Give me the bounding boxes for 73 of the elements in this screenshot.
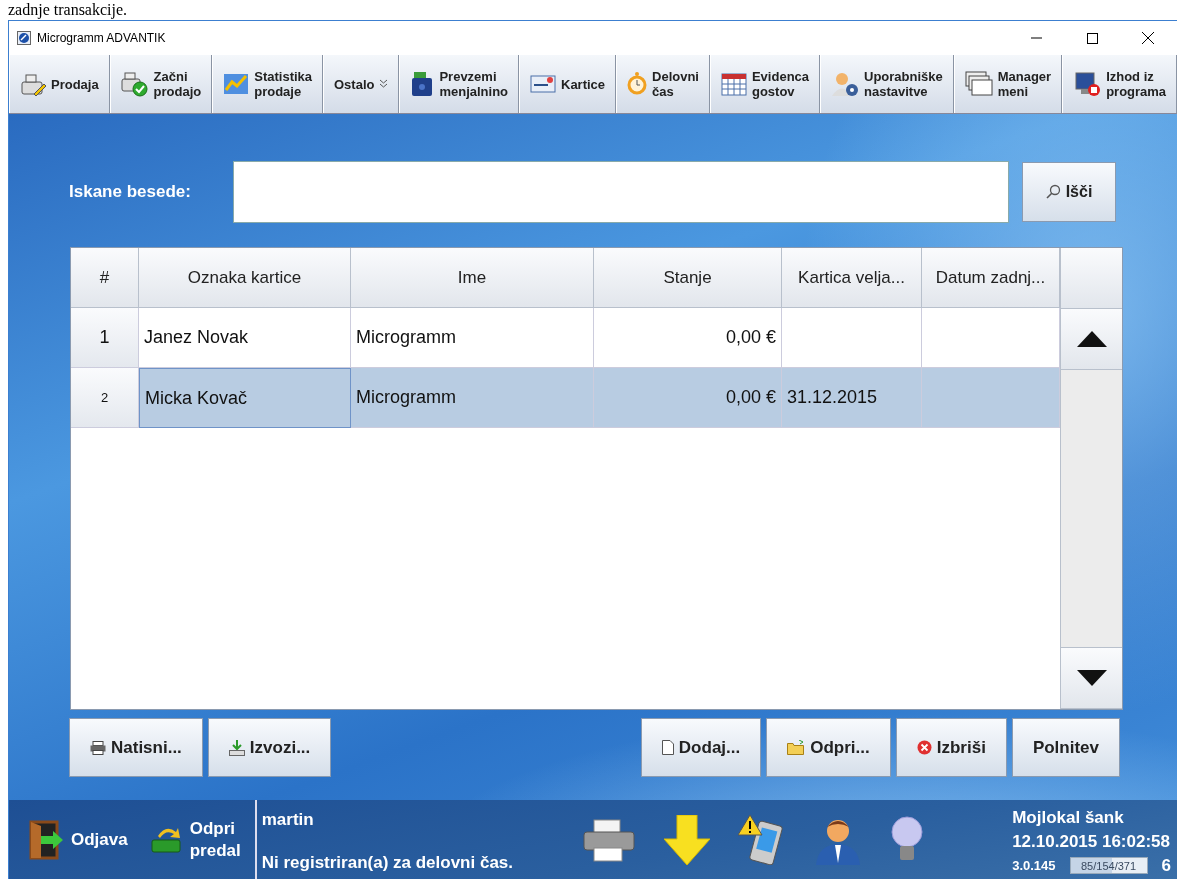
action-button[interactable]: Izvozi... — [207, 718, 332, 777]
search-field[interactable] — [233, 161, 1009, 223]
cut-text: 6 — [1161, 855, 1171, 876]
triangle-up-icon — [1076, 331, 1107, 347]
toolbar-button[interactable]: Manager meni — [953, 55, 1063, 113]
money-wallet-icon — [410, 71, 435, 97]
toolbar-button[interactable]: Izhod iz programa — [1062, 55, 1177, 113]
folder-icon — [787, 740, 806, 755]
scroll-down-button[interactable] — [1061, 648, 1122, 709]
status-message: Ni registriran(a) za delovni čas. — [261, 853, 515, 873]
date-time: 12.10.2015 16:02:58 — [1012, 831, 1171, 852]
logout-button[interactable]: Odjava — [29, 819, 128, 860]
toolbar-button[interactable]: Uporabniške nastavitve — [820, 55, 954, 113]
search-label: Iskane besede: — [69, 182, 192, 202]
toolbar-button[interactable]: Statistika prodaje — [212, 55, 324, 113]
arrow-down-icon[interactable] — [663, 814, 710, 865]
memory-bar: 85/154/371 — [1069, 857, 1148, 874]
maximize-icon[interactable] — [1086, 32, 1098, 44]
windows-stack-icon — [964, 71, 993, 97]
table-cell[interactable] — [922, 368, 1060, 428]
double-chevron-icon — [379, 79, 389, 89]
download-tray-icon — [228, 739, 245, 756]
chart-icon — [223, 72, 250, 96]
toolbar-button[interactable]: Prevzemi menjalnino — [399, 55, 520, 113]
column-header[interactable]: # — [71, 248, 139, 308]
toolbar-button[interactable]: Evidenca gostov — [710, 55, 821, 113]
action-button[interactable]: Dodaj... — [640, 718, 762, 777]
computer-exit-icon — [1073, 71, 1102, 97]
version-number: 3.0.145 — [1012, 858, 1056, 873]
minimize-icon[interactable] — [1030, 37, 1042, 39]
phone-warning-icon[interactable] — [737, 814, 786, 865]
door-exit-icon — [29, 819, 65, 860]
background-text: zadnje transakcije. — [8, 1, 128, 18]
search-icon — [1045, 184, 1062, 200]
action-button[interactable]: Izbriši — [895, 718, 1007, 777]
cash-register-check-icon — [120, 71, 149, 97]
table-cell[interactable]: Microgramm — [351, 368, 594, 428]
column-header[interactable]: Datum zadnj... — [922, 248, 1060, 308]
delete-icon — [916, 740, 932, 755]
toolbar-button[interactable]: Delovni čas — [616, 55, 710, 113]
action-button[interactable]: Odpri... — [766, 718, 891, 777]
column-header[interactable]: Kartica velja... — [782, 248, 922, 308]
user-name: martin — [261, 810, 315, 830]
toolbar-button[interactable]: Prodaja — [9, 55, 110, 113]
document-icon — [661, 740, 674, 755]
search-button[interactable]: Išči — [1022, 162, 1116, 222]
user-gear-icon — [831, 71, 859, 97]
printer-icon — [90, 740, 106, 755]
app-icon — [17, 31, 31, 45]
table-cell[interactable]: 0,00 € — [594, 368, 782, 428]
close-icon[interactable] — [1142, 32, 1154, 44]
toolbar-button[interactable]: Kartice — [519, 55, 617, 113]
toolbar-button[interactable]: Začni prodajo — [109, 55, 213, 113]
column-header[interactable]: Stanje — [594, 248, 782, 308]
column-header[interactable]: Oznaka kartice — [139, 248, 351, 308]
row-number: 1 — [71, 308, 139, 368]
action-button[interactable]: Polnitev — [1011, 718, 1120, 777]
cash-register-icon — [19, 72, 46, 96]
location-name: Mojlokal šank — [1012, 807, 1125, 828]
action-button[interactable]: Natisni... — [69, 718, 203, 777]
card-icon — [530, 75, 556, 93]
scroll-up-button[interactable] — [1061, 309, 1122, 370]
row-number: 2 — [71, 368, 139, 428]
calendar-icon — [720, 72, 747, 96]
table-cell[interactable]: 31.12.2015 — [782, 368, 922, 428]
table-cell[interactable]: Micka Kovač — [139, 368, 351, 428]
triangle-down-icon — [1076, 670, 1107, 686]
alarm-clock-icon — [627, 71, 648, 97]
open-drawer-button[interactable]: Odpri predal — [149, 817, 241, 862]
printer-icon[interactable] — [581, 817, 636, 862]
column-header[interactable]: Ime — [351, 248, 594, 308]
window-title: Microgramm ADVANTIK — [37, 31, 167, 45]
toolbar-button[interactable]: Ostalo — [323, 55, 400, 113]
